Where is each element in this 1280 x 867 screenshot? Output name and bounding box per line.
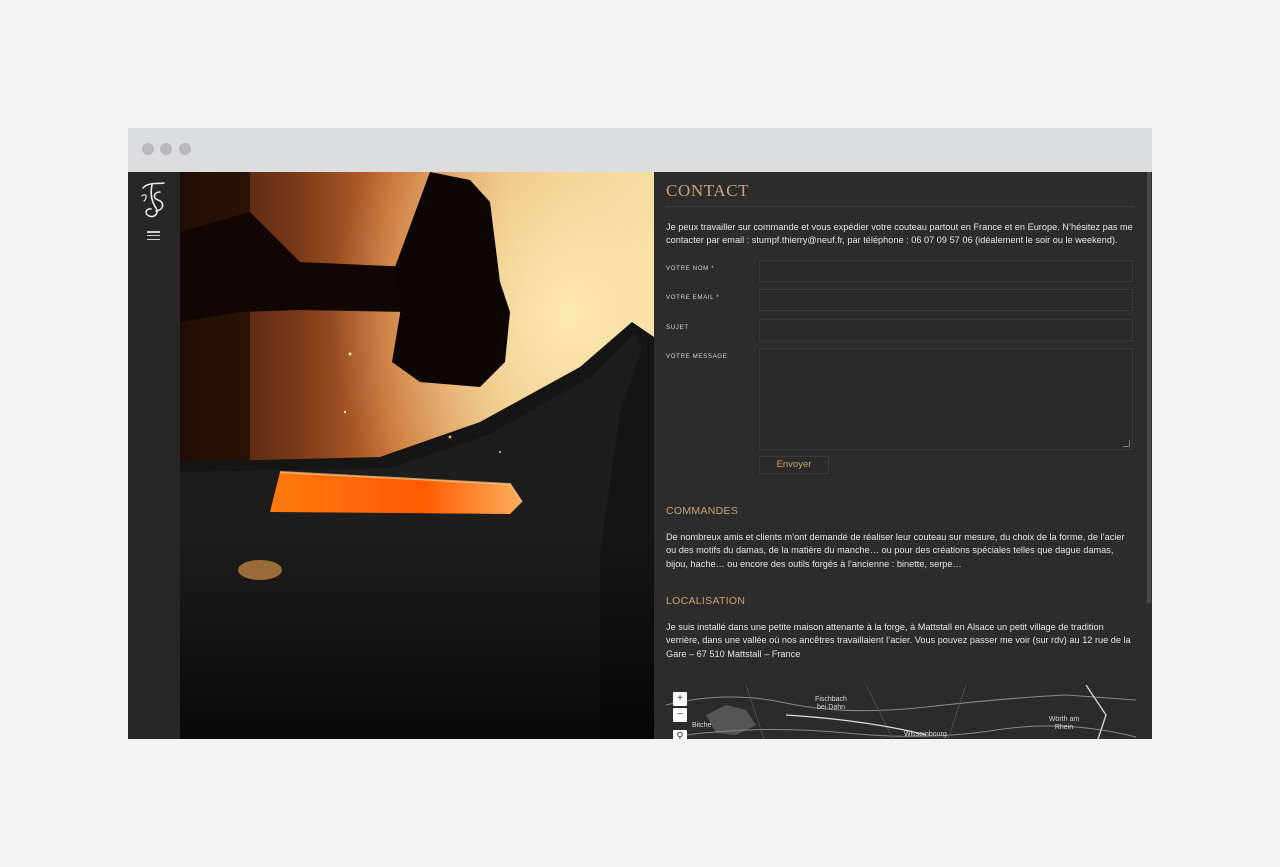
- subject-input[interactable]: [759, 319, 1133, 341]
- map-label-wissembourg: Wissembourg: [904, 731, 947, 738]
- send-button[interactable]: Envoyer: [759, 456, 829, 474]
- commandes-heading: Commandes: [666, 505, 739, 517]
- map-zoom-out-button[interactable]: −: [673, 708, 687, 722]
- map-label-fischbach: Fischbach bei Dahn: [815, 696, 847, 711]
- window-maximize-dot[interactable]: [179, 143, 191, 155]
- menu-hamburger-icon[interactable]: [147, 231, 160, 241]
- message-label: Votre message: [666, 353, 728, 360]
- contact-intro-text: Je peux travailler sur commande et vous …: [666, 222, 1133, 246]
- map-label-worth: Wörth am Rhein: [1048, 716, 1080, 731]
- browser-window: Contact Je peux travailler sur commande …: [128, 128, 1152, 739]
- hero-forge-image: [180, 172, 654, 739]
- localisation-heading: Localisation: [666, 595, 746, 607]
- email-label: Votre email *: [666, 294, 720, 301]
- window-close-dot[interactable]: [142, 143, 154, 155]
- heading-divider: [666, 206, 1134, 207]
- localisation-text: Je suis installé dans une petite maison …: [666, 622, 1131, 659]
- name-label: Votre nom *: [666, 265, 715, 272]
- name-input[interactable]: [759, 260, 1133, 282]
- content-panel: Contact Je peux travailler sur commande …: [654, 172, 1152, 739]
- message-textarea[interactable]: [759, 348, 1133, 450]
- scrollbar[interactable]: [1146, 172, 1152, 739]
- scrollbar-thumb[interactable]: [1147, 172, 1151, 603]
- map-label-bitche: Bitche: [692, 722, 712, 729]
- window-titlebar: [128, 128, 1152, 172]
- map-search-icon[interactable]: ⚲: [673, 730, 687, 739]
- location-map[interactable]: + − ⚲ Bitche Fischbach bei Dahn Wissembo…: [666, 685, 1136, 739]
- commandes-text: De nombreux amis et clients m’ont demand…: [666, 532, 1125, 569]
- sidebar: [128, 172, 180, 739]
- textarea-resize-handle[interactable]: [1123, 440, 1130, 447]
- email-input[interactable]: [759, 289, 1133, 311]
- window-minimize-dot[interactable]: [160, 143, 172, 155]
- logo-monogram-icon[interactable]: [138, 180, 170, 220]
- map-zoom-in-button[interactable]: +: [673, 692, 687, 706]
- contact-heading: Contact: [666, 181, 750, 200]
- subject-label: Sujet: [666, 324, 689, 331]
